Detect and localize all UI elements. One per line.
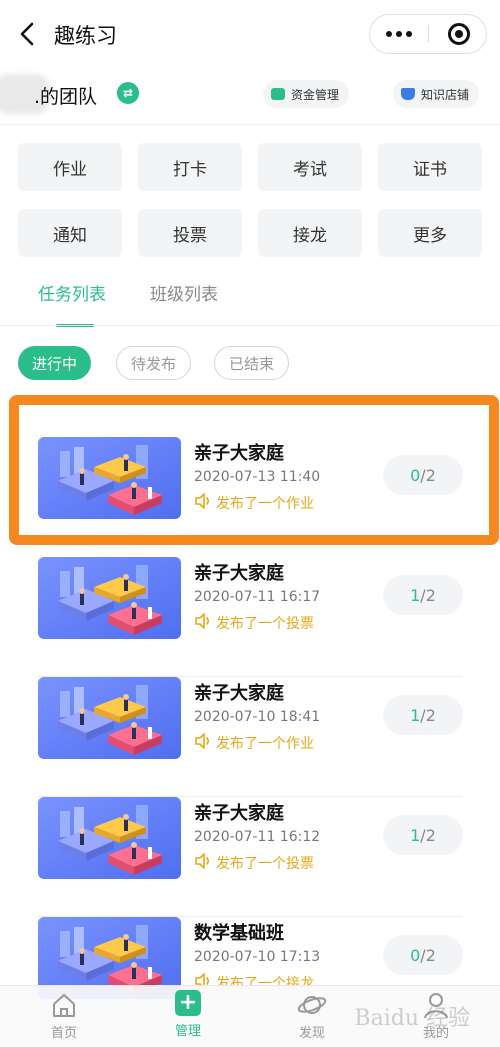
grid-checkin-button[interactable]: 打卡 xyxy=(138,143,242,191)
wallet-icon xyxy=(271,88,285,100)
task-progress: 1/2 xyxy=(383,815,463,855)
task-action: 发布了一个作业 xyxy=(194,733,314,753)
task-date: 2020-07-10 18:41 xyxy=(194,709,321,725)
task-item[interactable]: 亲子大家庭 2020-07-11 16:12 发布了一个投票 1/2 xyxy=(38,797,463,917)
manage-plus-icon: + xyxy=(175,990,201,1016)
tabs-divider xyxy=(0,325,500,326)
tab-class-list[interactable]: 班级列表 xyxy=(150,280,218,305)
tabbar-home-label: 首页 xyxy=(50,1026,77,1041)
header-divider xyxy=(0,124,500,125)
filter-to-publish[interactable]: 待发布 xyxy=(116,346,192,380)
highlight-frame xyxy=(9,395,499,545)
task-item[interactable]: 亲子大家庭 2020-07-11 16:17 发布了一个投票 1/2 xyxy=(38,557,463,677)
more-dots-icon[interactable] xyxy=(370,15,428,53)
task-done-count: 0 xyxy=(410,945,421,965)
funds-management-label: 资金管理 xyxy=(291,87,340,102)
task-thumbnail xyxy=(38,797,181,879)
switch-team-icon[interactable]: ⇄ xyxy=(117,82,139,104)
list-tabs: 任务列表 班级列表 xyxy=(0,270,500,327)
shop-icon xyxy=(401,88,415,100)
task-item[interactable]: 亲子大家庭 2020-07-10 18:41 发布了一个作业 1/2 xyxy=(38,677,463,797)
task-title: 亲子大家庭 xyxy=(194,683,284,704)
speaker-icon xyxy=(194,853,212,873)
task-thumbnail xyxy=(38,677,181,759)
mini-program-capsule xyxy=(369,14,487,54)
tabbar-home[interactable]: 首页 xyxy=(24,990,104,1041)
task-done-count: 1 xyxy=(410,705,421,725)
watermark: Baidu 经验 xyxy=(354,1006,470,1031)
grid-more-button[interactable]: 更多 xyxy=(378,209,482,257)
speaker-icon xyxy=(194,613,212,633)
task-progress: 0/2 xyxy=(383,935,463,975)
page-title: 趣练习 xyxy=(54,24,117,48)
task-title: 亲子大家庭 xyxy=(194,563,284,584)
nav-bar: 趣练习 xyxy=(0,0,500,68)
task-title: 亲子大家庭 xyxy=(194,803,284,824)
task-title: 数学基础班 xyxy=(194,923,284,944)
task-thumbnail xyxy=(38,557,181,639)
task-progress: 1/2 xyxy=(383,695,463,735)
grid-vote-button[interactable]: 投票 xyxy=(138,209,242,257)
tab-task-list[interactable]: 任务列表 xyxy=(38,280,106,305)
speaker-icon xyxy=(194,733,212,753)
home-icon xyxy=(53,994,75,1017)
function-grid: 作业 打卡 考试 证书 通知 投票 接龙 更多 xyxy=(18,143,482,257)
tabbar-manage[interactable]: + 管理 xyxy=(148,990,228,1039)
task-date: 2020-07-11 16:12 xyxy=(194,829,321,845)
task-total-count: /2 xyxy=(420,705,436,725)
tabbar-manage-label: 管理 xyxy=(174,1024,201,1039)
task-date: 2020-07-11 16:17 xyxy=(194,589,321,605)
back-arrow-icon[interactable] xyxy=(14,18,42,50)
task-action: 发布了一个投票 xyxy=(194,853,314,873)
task-total-count: /2 xyxy=(420,585,436,605)
task-action-text: 发布了一个投票 xyxy=(216,856,314,872)
grid-certificate-button[interactable]: 证书 xyxy=(378,143,482,191)
task-total-count: /2 xyxy=(420,945,436,965)
task-done-count: 1 xyxy=(410,825,421,845)
planet-icon xyxy=(297,996,327,1014)
grid-relay-button[interactable]: 接龙 xyxy=(258,209,362,257)
task-action-text: 发布了一个投票 xyxy=(216,616,314,632)
team-name[interactable]: .的团队 xyxy=(34,82,97,109)
funds-management-button[interactable]: 资金管理 xyxy=(263,80,350,108)
capsule-divider xyxy=(428,25,429,43)
task-action: 发布了一个投票 xyxy=(194,613,314,633)
tabbar-discover[interactable]: 发现 xyxy=(272,990,352,1041)
task-progress: 1/2 xyxy=(383,575,463,615)
grid-exam-button[interactable]: 考试 xyxy=(258,143,362,191)
task-done-count: 1 xyxy=(410,585,421,605)
task-action-text: 发布了一个作业 xyxy=(216,736,314,752)
knowledge-shop-button[interactable]: 知识店铺 xyxy=(393,80,480,108)
filter-ended[interactable]: 已结束 xyxy=(214,346,290,380)
tabbar-discover-label: 发现 xyxy=(298,1026,325,1041)
grid-homework-button[interactable]: 作业 xyxy=(18,143,122,191)
task-date: 2020-07-10 17:13 xyxy=(194,949,321,965)
knowledge-shop-label: 知识店铺 xyxy=(421,87,470,102)
grid-notice-button[interactable]: 通知 xyxy=(18,209,122,257)
close-target-icon[interactable] xyxy=(448,23,470,45)
filter-in-progress[interactable]: 进行中 xyxy=(18,346,92,380)
team-header: .的团队 ⇄ 资金管理 知识店铺 xyxy=(0,68,500,124)
task-total-count: /2 xyxy=(420,825,436,845)
